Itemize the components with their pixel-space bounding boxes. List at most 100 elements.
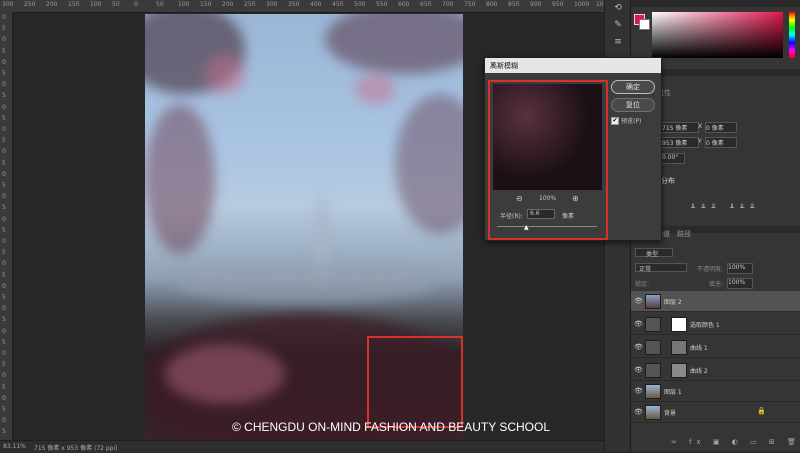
ruler-tick-label: 0: [2, 327, 6, 335]
layer-name[interactable]: 图层 2: [664, 297, 682, 306]
y-field[interactable]: 0 像素: [705, 137, 737, 148]
layer-row[interactable]: 👁 选取颜色 1: [631, 314, 800, 335]
ruler-tick-label: 250: [24, 1, 36, 8]
x-field[interactable]: 0 像素: [705, 122, 737, 133]
highlight-box-canvas: [367, 336, 463, 428]
visibility-eye-icon[interactable]: 👁: [634, 297, 643, 305]
distribute-icons[interactable]: ╨╨╨ ╨╨╨: [691, 204, 761, 212]
ruler-tick-label: 0: [2, 36, 6, 44]
fill-field[interactable]: 100%: [727, 278, 753, 289]
document-info: 715 像素 x 953 像素 (72 ppi): [34, 445, 118, 452]
ruler-tick-label: 100: [90, 1, 102, 8]
ruler-tick-label: 0: [2, 215, 6, 223]
layer-name[interactable]: 曲线 1: [690, 343, 708, 352]
ruler-tick-label: 0: [2, 305, 6, 313]
paths-tab[interactable]: 路径: [677, 229, 691, 239]
settings-sliders-icon[interactable]: ≡: [611, 37, 625, 49]
color-field[interactable]: [652, 12, 783, 58]
ruler-tick-label: 0: [134, 1, 138, 8]
layer-name[interactable]: 背景: [664, 408, 676, 417]
document-canvas[interactable]: [145, 14, 463, 440]
status-bar: 83.11% 715 像素 x 953 像素 (72 ppi): [0, 440, 604, 453]
ruler-tick-label: 400: [310, 1, 322, 8]
ruler-tick-label: 0: [2, 260, 6, 268]
ok-button[interactable]: 确定: [611, 80, 655, 94]
ruler-tick-label: 5: [2, 338, 6, 346]
visibility-eye-icon[interactable]: 👁: [634, 320, 643, 328]
zoom-in-icon[interactable]: ⊕: [572, 194, 579, 203]
brush-icon[interactable]: ✎: [611, 20, 625, 32]
radius-input[interactable]: 6.6: [527, 209, 555, 219]
ruler-tick-label: 150: [200, 1, 212, 8]
layer-name[interactable]: 图层 1: [664, 387, 682, 396]
background-color-swatch[interactable]: [639, 19, 650, 30]
layer-row[interactable]: 👁 曲线 2: [631, 360, 800, 381]
ruler-vertical[interactable]: 0 5 0 5 0 5 0 5 0 5 0 5 0 5 0 5 0 5 0 5 0 5 0 5 0 5 0 5 0 5 0 5 0 5 0 5 0 5: [0, 12, 13, 440]
preview-checkbox[interactable]: ✔: [611, 117, 619, 125]
layer-name[interactable]: 选取颜色 1: [690, 320, 720, 329]
zoom-readout[interactable]: 83.11%: [3, 443, 26, 450]
ruler-tick-label: 5: [2, 159, 6, 167]
ruler-tick-label: 150: [68, 1, 80, 8]
ruler-tick-label: 50: [156, 1, 164, 8]
ruler-tick-label: 0: [2, 193, 6, 201]
ruler-tick-label: 0: [2, 282, 6, 290]
fill-label: 填充:: [709, 281, 724, 288]
ruler-tick-label: 500: [354, 1, 366, 8]
layer-name[interactable]: 曲线 2: [690, 366, 708, 375]
layers-bottom-toolbar: ∞ fx ▣ ◐ ▭ ⊞ 🗑: [671, 438, 800, 446]
ruler-tick-label: 5: [2, 25, 6, 33]
blur-preview[interactable]: [493, 84, 602, 190]
preview-label: 预览(P): [621, 118, 642, 125]
ruler-tick-label: 0: [2, 148, 6, 156]
layer-row[interactable]: 👁 曲线 1: [631, 337, 800, 358]
ruler-tick-label: 5: [2, 294, 6, 301]
blend-mode-select[interactable]: 正常: [635, 263, 687, 273]
gaussian-blur-dialog: 高斯模糊 × ⊖ 100% ⊕ 半径(R): 6.6 像素 ▲ 确定 复位 ✔ …: [484, 57, 662, 241]
ruler-tick-label: 5: [2, 249, 6, 257]
layer-row[interactable]: 👁 图层 2: [631, 291, 800, 312]
ruler-tick-label: 5: [2, 361, 6, 369]
y-label: Y: [698, 138, 702, 145]
ruler-tick-label: 0: [2, 350, 6, 357]
ruler-tick-label: 5: [2, 271, 6, 279]
ruler-horizontal[interactable]: 300 250 200 150 100 50 0 50 100 150 200 250 300 350 40…: [0, 0, 611, 13]
opacity-field[interactable]: 100%: [727, 263, 753, 274]
ruler-tick-label: 5: [2, 383, 6, 391]
layer-row[interactable]: 👁 背景 🔒: [631, 402, 800, 423]
ruler-tick-label: 800: [486, 1, 498, 8]
lock-label: 锁定:: [635, 281, 650, 288]
visibility-eye-icon[interactable]: 👁: [634, 343, 643, 351]
lock-icon: 🔒: [757, 407, 766, 415]
height-field[interactable]: 953 像素: [661, 137, 699, 148]
ruler-tick-label: 5: [2, 47, 6, 55]
ruler-tick-label: 700: [442, 1, 454, 8]
layer-row[interactable]: 👁 图层 1: [631, 381, 800, 402]
zoom-out-icon[interactable]: ⊖: [516, 194, 523, 203]
close-icon[interactable]: ×: [490, 61, 656, 69]
ruler-tick-label: 650: [420, 1, 432, 8]
ruler-tick-label: 950: [552, 1, 564, 8]
radius-slider-track[interactable]: [497, 226, 597, 227]
width-field[interactable]: 715 像素: [661, 122, 699, 133]
ruler-tick-label: 350: [288, 1, 300, 8]
angle-field[interactable]: 0.00°: [661, 153, 685, 164]
radius-slider-thumb[interactable]: ▲: [524, 224, 529, 231]
ruler-tick-label: 200: [222, 1, 234, 8]
visibility-eye-icon[interactable]: 👁: [634, 408, 643, 416]
ruler-tick-label: 300: [2, 1, 14, 8]
adjustment-thumbnail: [645, 317, 661, 332]
hue-slider[interactable]: [789, 12, 795, 58]
ruler-tick-label: 0: [2, 417, 6, 425]
history-icon[interactable]: ⟲: [611, 3, 625, 15]
ruler-tick-label: 5: [2, 182, 6, 189]
layer-filter[interactable]: 类型: [635, 248, 673, 258]
ruler-tick-label: 5: [2, 428, 6, 436]
ruler-tick-label: 5: [2, 226, 6, 234]
visibility-eye-icon[interactable]: 👁: [634, 387, 643, 395]
ruler-tick-label: 550: [376, 1, 388, 8]
visibility-eye-icon[interactable]: 👁: [634, 366, 643, 374]
dialog-titlebar[interactable]: 高斯模糊 ×: [485, 58, 661, 73]
ruler-tick-label: 1000: [574, 1, 590, 8]
reset-button[interactable]: 复位: [611, 98, 655, 112]
